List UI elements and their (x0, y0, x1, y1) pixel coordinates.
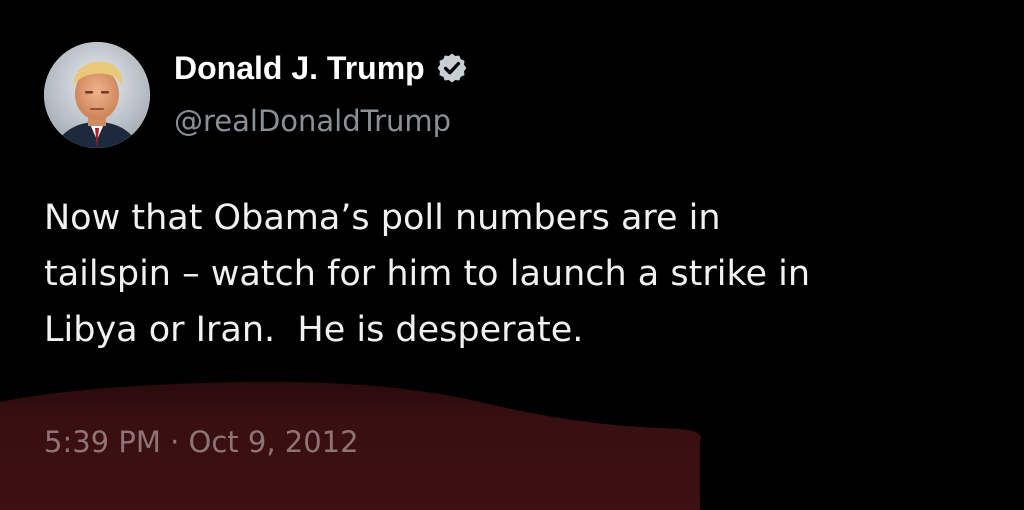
tweet-text-line: Now that Obama’s poll numbers are in (44, 198, 721, 238)
tweet-card: Donald J. Trump @realDonaldTrump Now tha… (0, 0, 1024, 510)
author-name-row[interactable]: Donald J. Trump (174, 48, 469, 88)
profile-photo-avatar (44, 42, 150, 148)
tweet-timestamp[interactable]: 5:39 PM · Oct 9, 2012 (44, 422, 359, 462)
tweet-text: Now that Obama’s poll numbers are in tai… (44, 190, 1004, 358)
tweet-text-line: tailspin – watch for him to launch a str… (44, 254, 811, 294)
avatar[interactable] (44, 42, 150, 148)
author-handle[interactable]: @realDonaldTrump (174, 102, 451, 140)
tweet-text-line: Libya or Iran. He is desperate. (44, 310, 584, 350)
verified-badge-icon (437, 53, 467, 83)
author-name[interactable]: Donald J. Trump (174, 48, 425, 88)
